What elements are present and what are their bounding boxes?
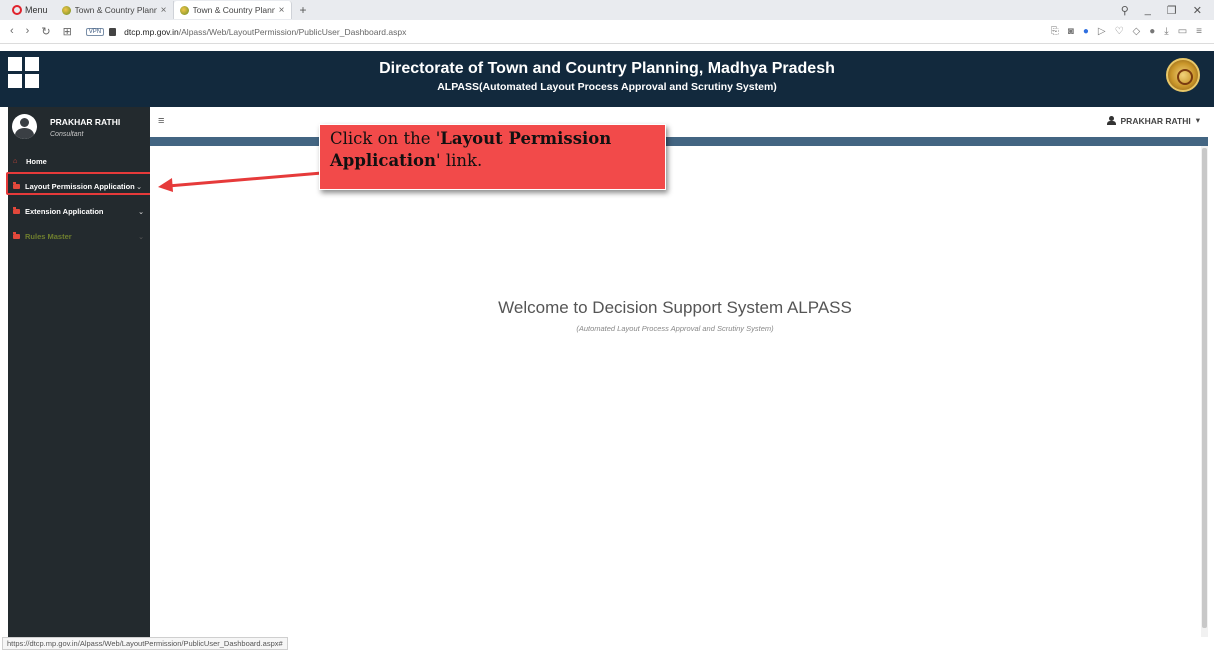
browser-tab-bar: Menu Town & Country Planning × Town & Co… [0, 0, 1214, 20]
status-url: https://dtcp.mp.gov.in/Alpass/Web/Layout… [2, 637, 288, 650]
easy-setup-icon[interactable]: ≡ [1196, 26, 1202, 37]
sidebar-item-label: Home [26, 157, 47, 166]
user-icon [1106, 116, 1116, 125]
tutorial-callout: Click on the 'Layout Permission Applicat… [319, 124, 666, 190]
browser-menu-button[interactable]: Menu [0, 5, 56, 15]
opera-logo-icon [12, 5, 22, 15]
sidebar-user-role: Consultant [50, 131, 84, 138]
camera-icon[interactable]: ◙ [1068, 26, 1074, 37]
minimize-icon[interactable]: _ [1145, 4, 1151, 17]
callout-suffix: ' link. [436, 151, 483, 170]
content-header-strip [150, 137, 1208, 146]
header-title: Directorate of Town and Country Planning… [379, 60, 835, 77]
user-menu-dropdown[interactable]: PRAKHAR RATHI ▾ [1106, 115, 1200, 126]
sidebar-item-rules-master[interactable]: Rules Master ⌄ [8, 224, 150, 249]
header-subtitle: ALPASS(Automated Layout Process Approval… [437, 81, 777, 93]
browser-tab-title: Town & Country Planning [74, 5, 157, 15]
browser-tab[interactable]: Town & Country Planning × [56, 1, 174, 19]
screenshot-root: Menu Town & Country Planning × Town & Co… [0, 0, 1214, 650]
user-menu-label: PRAKHAR RATHI [1120, 115, 1191, 126]
profile-icon[interactable]: ● [1149, 26, 1155, 37]
welcome-title: Welcome to Decision Support System ALPAS… [498, 298, 852, 317]
welcome-subtitle: (Automated Layout Process Approval and S… [576, 324, 774, 333]
speed-dial-icon[interactable]: ⊞ [63, 25, 72, 38]
browser-tab-title: Town & Country Planning [192, 5, 275, 15]
window-controls: ⚲ _ ❐ ✕ [1121, 4, 1214, 17]
folder-icon [13, 207, 20, 214]
browser-address-bar: ‹ › ↻ ⊞ VPN dtcp.mp.gov.in/Alpass/Web/La… [0, 20, 1214, 44]
avatar [12, 114, 37, 139]
sidebar-item-label: Extension Application [25, 207, 104, 216]
restore-icon[interactable]: ❐ [1167, 4, 1177, 17]
site-favicon-icon [179, 5, 189, 15]
sidebar-item-home[interactable]: ⌂ Home [8, 149, 150, 174]
snapshot-icon[interactable]: ⎘ [1051, 26, 1059, 37]
play-icon[interactable]: ▷ [1098, 26, 1106, 37]
url-field[interactable]: dtcp.mp.gov.in/Alpass/Web/LayoutPermissi… [124, 27, 406, 37]
highlight-box [6, 172, 154, 195]
main-content: Welcome to Decision Support System ALPAS… [150, 146, 1200, 637]
sidebar-nav: ⌂ Home Layout Permission Application ⌄ E… [8, 149, 150, 249]
battery-icon[interactable]: ▭ [1178, 26, 1187, 37]
home-icon: ⌂ [13, 158, 18, 165]
url-path: /Alpass/Web/LayoutPermission/PublicUser_… [178, 26, 407, 37]
sidebar-item-extension[interactable]: Extension Application ⌄ [8, 199, 150, 224]
tab-close-icon[interactable]: × [279, 5, 285, 16]
cube-icon[interactable]: ◇ [1133, 26, 1141, 37]
sidebar-user-name: PRAKHAR RATHI [50, 117, 121, 127]
callout-prefix: Click on the ' [330, 129, 441, 148]
vertical-scrollbar[interactable] [1201, 146, 1208, 637]
folder-icon [13, 232, 20, 239]
url-host: dtcp.mp.gov.in [124, 26, 179, 37]
chevron-down-icon: ⌄ [138, 208, 144, 216]
download-icon[interactable]: ⤓ [1164, 26, 1168, 37]
hamburger-menu-icon[interactable]: ≡ [158, 115, 164, 127]
forward-icon[interactable]: › [26, 25, 30, 38]
sidebar-item-label: Rules Master [25, 232, 72, 241]
shield-icon[interactable]: ● [1083, 26, 1089, 37]
reload-icon[interactable]: ↻ [41, 25, 50, 38]
heart-icon[interactable]: ♡ [1115, 26, 1124, 37]
search-icon[interactable]: ⚲ [1121, 4, 1129, 17]
browser-nav-buttons: ‹ › ↻ ⊞ [0, 25, 72, 38]
content-topbar: ≡ PRAKHAR RATHI ▾ [150, 107, 1208, 137]
sidebar-profile: PRAKHAR RATHI Consultant [8, 107, 150, 149]
vpn-badge[interactable]: VPN [85, 27, 105, 36]
browser-tab-active[interactable]: Town & Country Planning × [173, 1, 292, 19]
caret-down-icon: ▾ [1195, 115, 1200, 125]
back-icon[interactable]: ‹ [10, 25, 14, 38]
site-favicon-icon [61, 5, 71, 15]
app-header: Directorate of Town and Country Planning… [0, 51, 1214, 107]
new-tab-button[interactable]: + [292, 3, 315, 17]
browser-status-bar: https://dtcp.mp.gov.in/Alpass/Web/Layout… [0, 637, 1214, 650]
state-emblem-logo [1166, 58, 1200, 92]
lock-icon[interactable] [109, 27, 117, 36]
scrollbar-thumb[interactable] [1202, 148, 1207, 628]
close-window-icon[interactable]: ✕ [1193, 4, 1202, 17]
browser-extension-icons: ⎘ ◙ ● ▷ ♡ ◇ ● ⤓ ▭ ≡ [1051, 26, 1214, 37]
tab-close-icon[interactable]: × [161, 5, 167, 16]
callout-arrow [158, 171, 323, 192]
chevron-down-icon: ⌄ [138, 233, 144, 241]
browser-menu-label: Menu [25, 5, 48, 15]
